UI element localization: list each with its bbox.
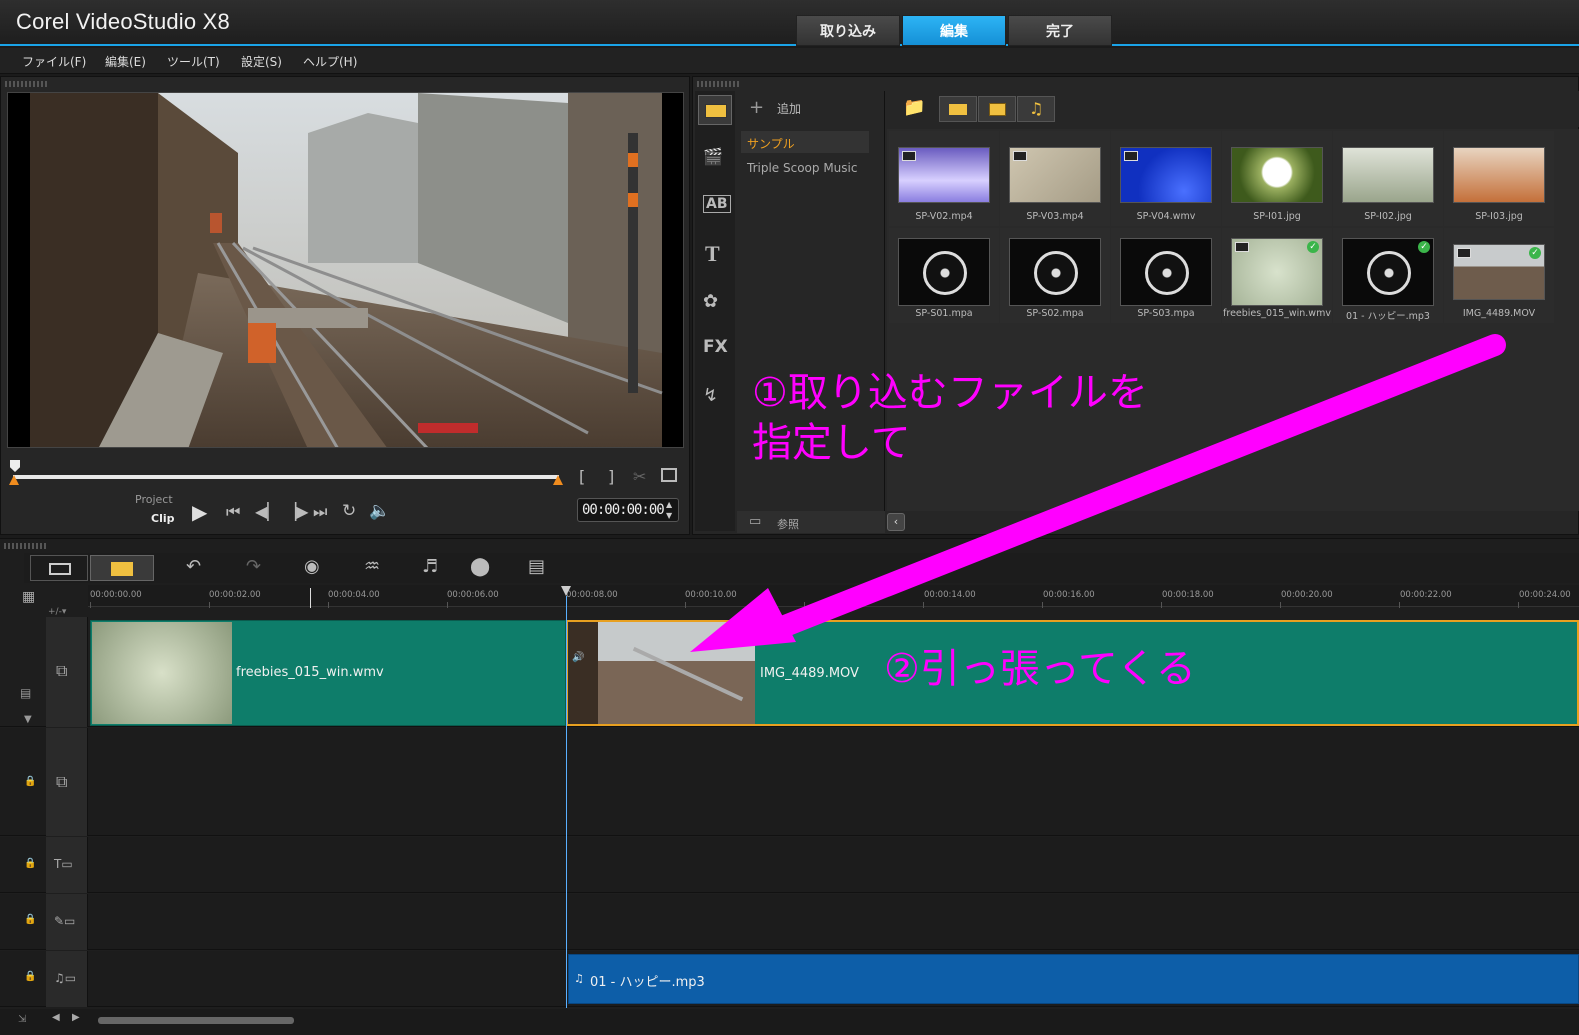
annotation-step1-line2: 指定して (752, 420, 911, 466)
annotation-step1-line1: ①取り込むファイルを (752, 370, 1148, 416)
annotation-overlay (690, 334, 1506, 652)
annotation-step2: ②引っ張ってくる (884, 646, 1196, 692)
drag-arrow-head (690, 588, 796, 652)
annotation-step1: ①取り込むファイルを 指定して (752, 368, 1148, 468)
